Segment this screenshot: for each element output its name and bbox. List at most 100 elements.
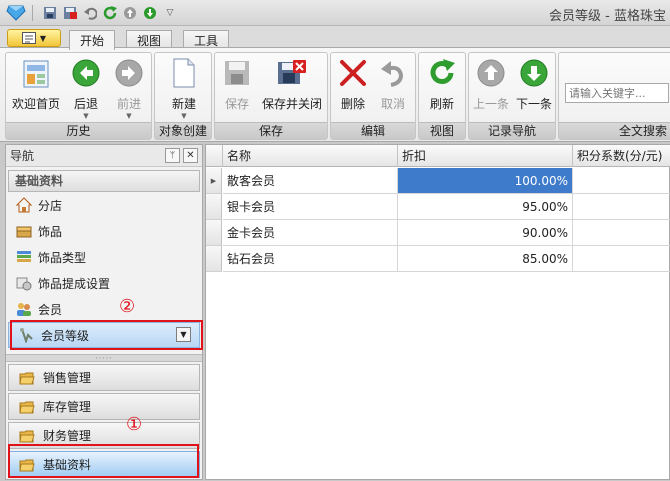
group-label: 视图 — [419, 122, 465, 139]
cell-points[interactable] — [573, 246, 670, 272]
group-object-create: 新建 ▼ 对象创建 — [154, 52, 212, 140]
row-indicator-header — [206, 145, 223, 167]
pin-icon[interactable]: ᛘ — [165, 148, 180, 163]
nav-item-label: 饰品提成设置 — [38, 276, 111, 291]
cell-name[interactable]: 银卡会员 — [223, 194, 398, 220]
column-header-discount[interactable]: 折扣 — [398, 145, 573, 167]
nav-item-label: 会员 — [38, 302, 63, 317]
row-pointer-icon: ▶ — [206, 168, 222, 194]
cell-points[interactable] — [573, 220, 670, 246]
save-icon[interactable] — [41, 4, 59, 22]
table-row[interactable]: 银卡会员 95.00% — [206, 194, 670, 220]
save-close-icon[interactable] — [61, 4, 79, 22]
category-inventory[interactable]: 库存管理 — [8, 393, 200, 420]
group-label: 编辑 — [331, 122, 415, 139]
nav-item-branch[interactable]: 分店 — [6, 192, 202, 218]
table-row[interactable]: ▶ 散客会员 100.00% — [206, 168, 670, 194]
next-record-button[interactable]: 下一条 — [513, 57, 555, 121]
settings-icon — [16, 275, 32, 291]
down-icon[interactable] — [141, 4, 159, 22]
category-label: 销售管理 — [43, 371, 92, 385]
group-label: 历史 — [6, 122, 151, 139]
panel-splitter[interactable]: ····· — [6, 354, 202, 363]
nav-item-label: 饰品类型 — [38, 250, 87, 265]
group-edit: 删除 取消 编辑 — [330, 52, 416, 140]
table-row[interactable]: 金卡会员 90.00% — [206, 220, 670, 246]
save-close-disk-icon — [276, 57, 308, 89]
section-header-basic-data[interactable]: 基础资料 — [8, 170, 200, 192]
ribbon-tabs: ▼ 开始 视图 工具 — [0, 26, 670, 50]
cell-discount[interactable]: 95.00% — [398, 194, 573, 220]
group-fulltext-search: 全文搜索 — [558, 52, 670, 140]
cell-discount[interactable]: 100.00% — [398, 168, 573, 194]
save-close-button[interactable]: 保存并关闭 — [259, 57, 325, 121]
app-logo-icon[interactable] — [6, 4, 26, 22]
cancel-label: 取消 — [380, 97, 405, 111]
cell-name[interactable]: 金卡会员 — [223, 220, 398, 246]
row-indicator — [206, 220, 222, 246]
nav-item-member[interactable]: 会员 — [6, 296, 202, 322]
up-icon[interactable] — [121, 4, 139, 22]
prev-record-button[interactable]: 上一条 — [471, 57, 511, 121]
category-label: 库存管理 — [43, 400, 92, 414]
cell-discount[interactable]: 90.00% — [398, 220, 573, 246]
grid-header: 名称 折扣 积分系数(分/元) — [206, 145, 670, 167]
cell-name[interactable]: 钻石会员 — [223, 246, 398, 272]
highlight-box-basic-data — [8, 444, 199, 478]
cell-points[interactable] — [573, 168, 670, 194]
home-button[interactable]: 欢迎首页 — [9, 57, 63, 121]
caret-down-icon: ▼ — [126, 112, 132, 120]
column-header-name[interactable]: 名称 — [223, 145, 398, 167]
delete-label: 删除 — [340, 97, 365, 111]
delete-button[interactable]: 删除 — [335, 57, 371, 121]
refresh-button[interactable]: 刷新 — [423, 57, 461, 121]
highlight-box-member-level — [10, 320, 203, 350]
nav-item-jewelry[interactable]: 饰品 — [6, 218, 202, 244]
folder-icon — [19, 370, 35, 386]
nav-item-label: 饰品 — [38, 224, 63, 239]
search-input[interactable] — [565, 83, 669, 103]
folder-icon — [19, 399, 35, 415]
back-button[interactable]: 后退 ▼ — [66, 57, 106, 121]
save-button[interactable]: 保存 — [219, 57, 255, 121]
group-save: 保存 保存并关闭 保存 — [214, 52, 328, 140]
chevron-down-icon: ▼ — [39, 33, 47, 43]
group-label: 记录导航 — [469, 122, 555, 139]
column-header-points[interactable]: 积分系数(分/元) — [573, 145, 670, 167]
next-label: 下一条 — [515, 97, 552, 111]
data-grid: 名称 折扣 积分系数(分/元) ▶ 散客会员 100.00% 银卡会员 95.0… — [205, 144, 670, 480]
annotation-marker-1: ① — [126, 414, 143, 435]
nav-item-jewelry-type[interactable]: 饰品类型 — [6, 244, 202, 270]
table-row[interactable]: 钻石会员 85.00% — [206, 246, 670, 272]
nav-item-label: 分店 — [38, 198, 63, 213]
app-menu-button[interactable]: ▼ — [7, 29, 61, 47]
group-label: 全文搜索 — [559, 122, 670, 139]
close-icon[interactable]: ✕ — [183, 148, 198, 163]
tab-start[interactable]: 开始 — [69, 30, 116, 50]
category-sales[interactable]: 销售管理 — [8, 364, 200, 391]
delete-x-icon — [337, 57, 369, 89]
undo-icon[interactable] — [81, 4, 99, 22]
cell-points[interactable] — [573, 194, 670, 220]
nav-header: 导航 ᛘ ✕ — [6, 145, 202, 167]
cancel-button[interactable]: 取消 — [375, 57, 411, 121]
refresh-icon[interactable] — [101, 4, 119, 22]
annotation-marker-2: ② — [119, 296, 136, 317]
cell-discount[interactable]: 85.00% — [398, 246, 573, 272]
forward-button[interactable]: 前进 ▼ — [108, 57, 150, 121]
down-arrow-icon — [518, 57, 550, 89]
caret-down-icon: ▼ — [83, 112, 89, 120]
save-disk-icon — [221, 57, 253, 89]
group-history: 欢迎首页 后退 ▼ 前进 ▼ 历史 — [5, 52, 152, 140]
nav-title: 导航 — [10, 149, 35, 163]
caret-down-icon: ▼ — [181, 112, 187, 120]
group-record-nav: 上一条 下一条 记录导航 — [468, 52, 556, 140]
customize-icon[interactable]: ▽ — [161, 4, 179, 22]
nav-item-commission[interactable]: 饰品提成设置 — [6, 270, 202, 296]
new-button[interactable]: 新建 ▼ — [161, 57, 207, 121]
refresh-icon — [426, 57, 458, 89]
group-label: 保存 — [215, 122, 327, 139]
box-icon — [16, 223, 32, 239]
group-view: 刷新 视图 — [418, 52, 466, 140]
cell-name[interactable]: 散客会员 — [223, 168, 398, 194]
